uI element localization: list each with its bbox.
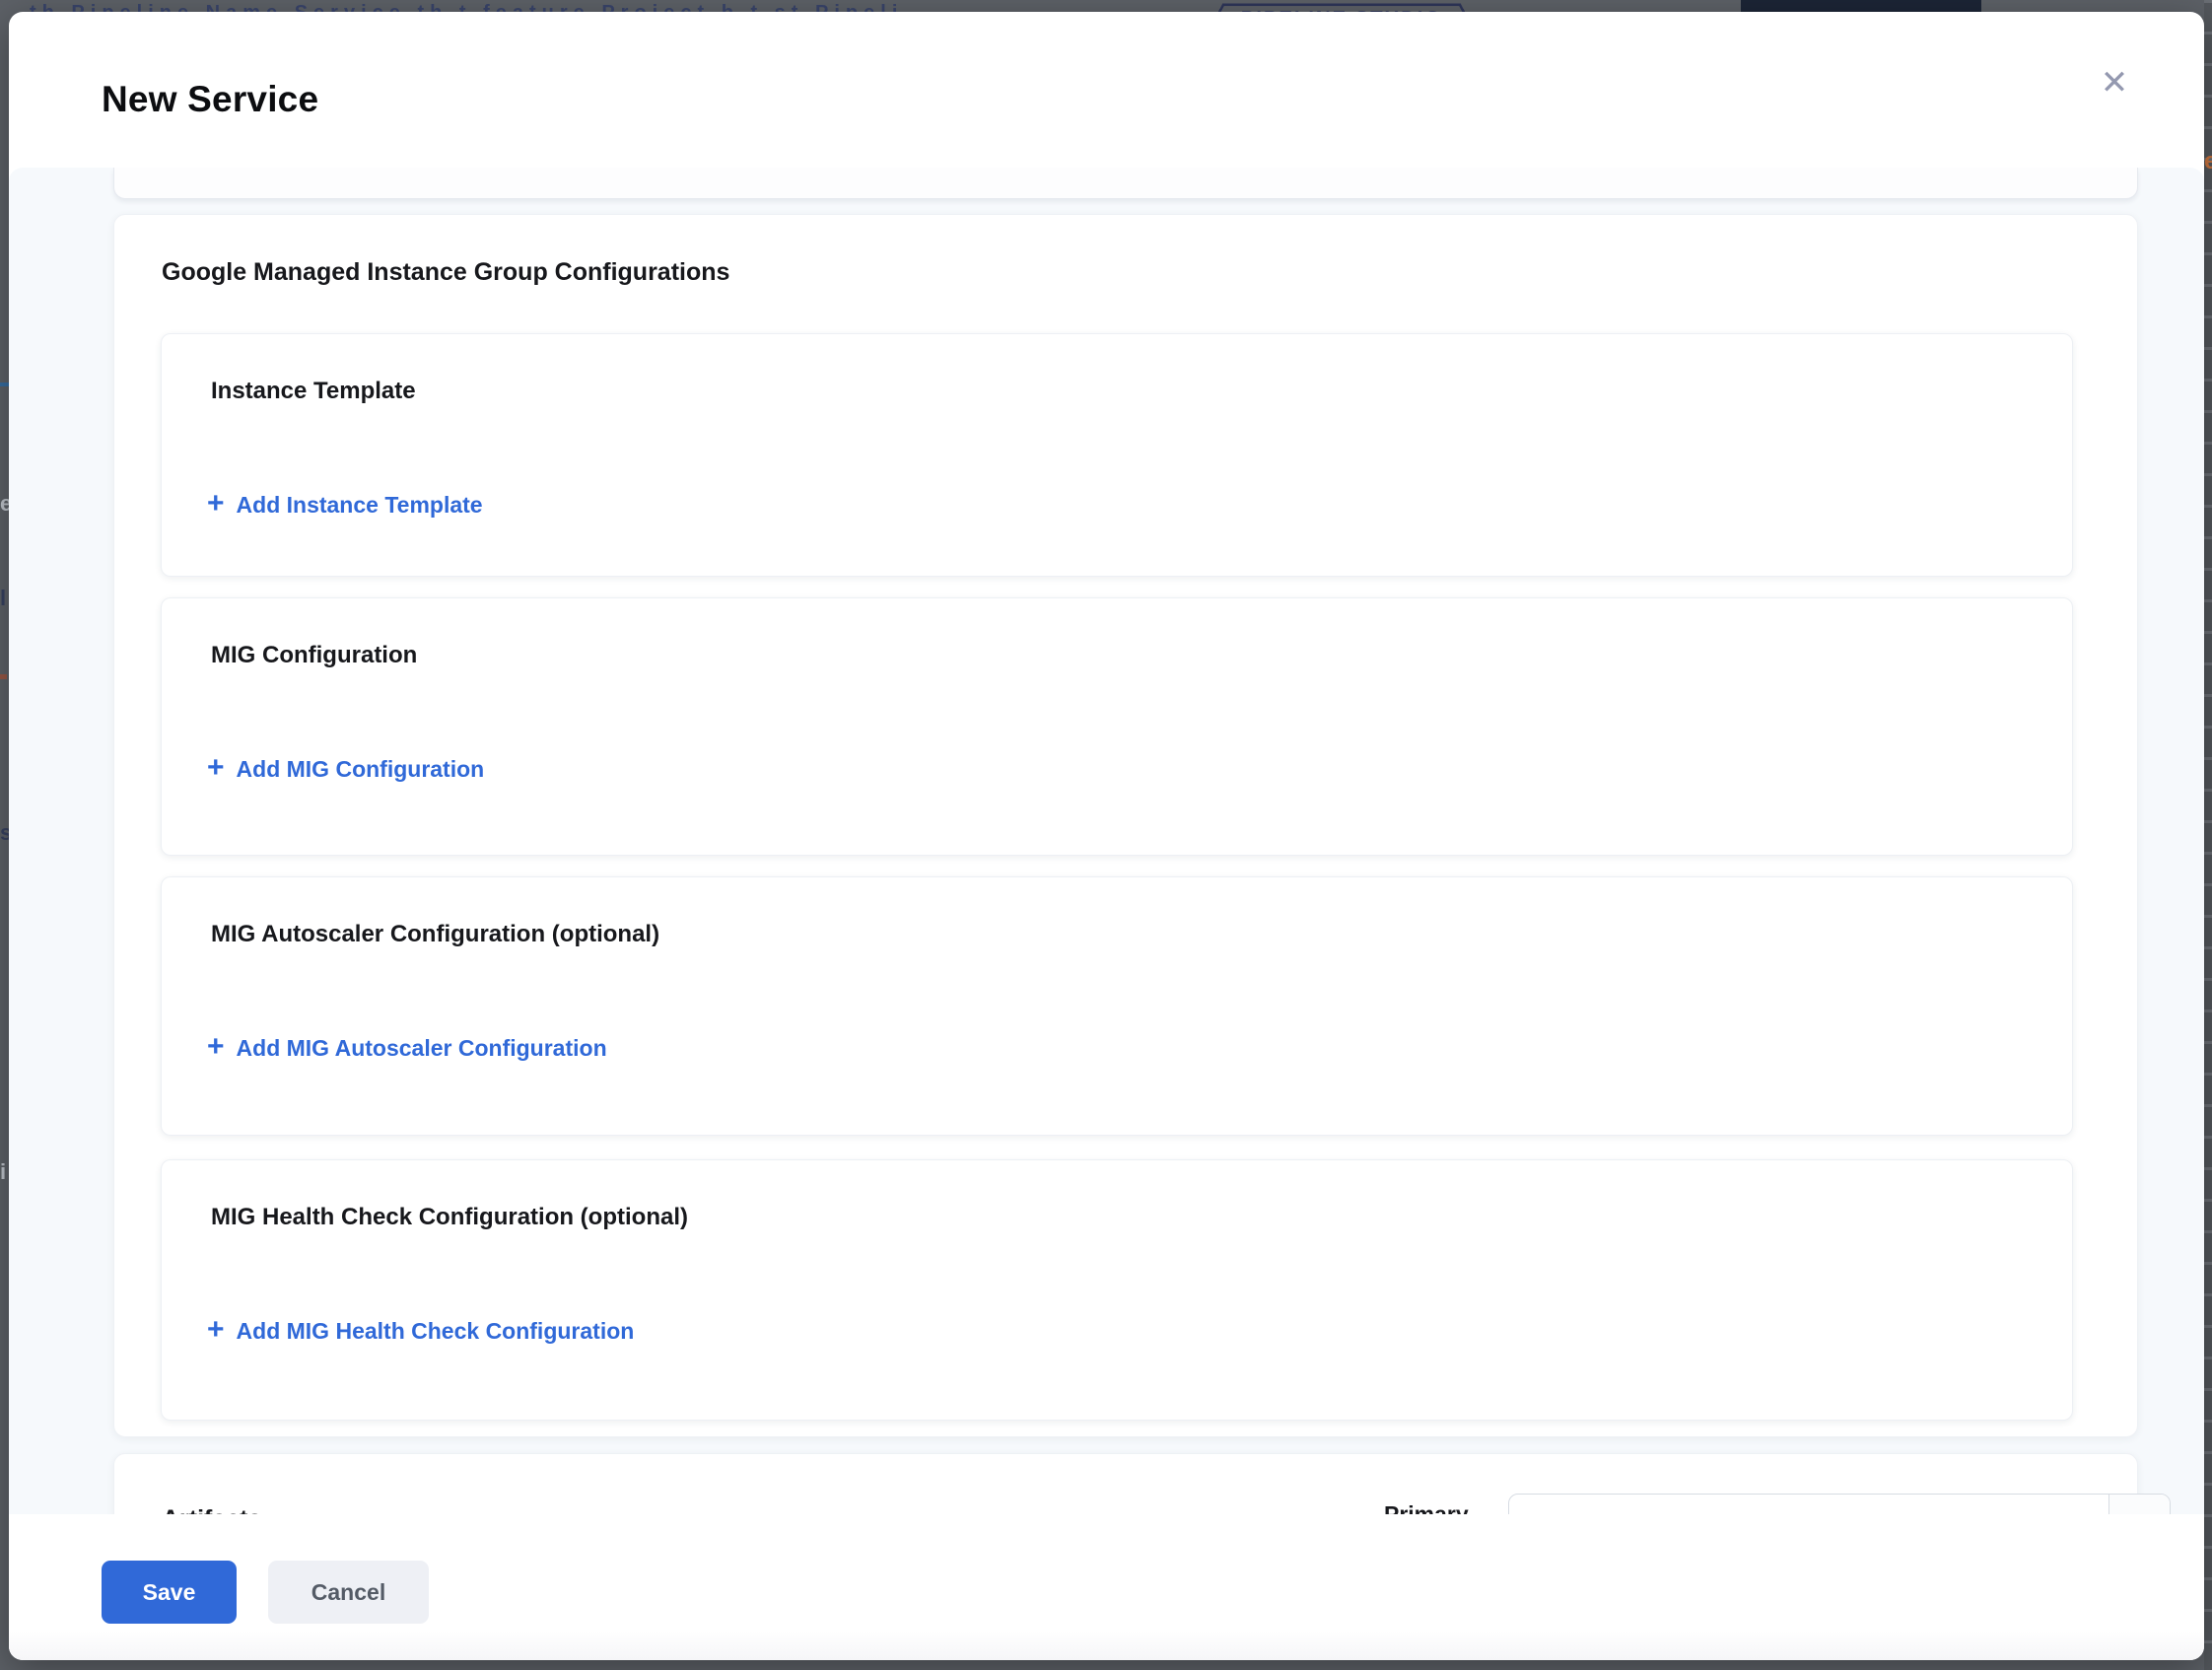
add-link-label: Add MIG Autoscaler Configuration (237, 1035, 607, 1062)
background-button (1741, 0, 1981, 12)
card-title: MIG Health Check Configuration (optional… (211, 1204, 688, 1231)
background-fragment: i (0, 1159, 9, 1185)
instance-template-card: Instance Template + Add Instance Templat… (161, 333, 2073, 577)
background-top-bar: th Pipeline Name Service th t feature Pr… (0, 0, 2212, 12)
add-link-label: Add Instance Template (237, 492, 483, 519)
cancel-button[interactable]: Cancel (268, 1561, 429, 1624)
add-link-label: Add MIG Health Check Configuration (237, 1318, 635, 1345)
pipeline-studio-tab: PIPELINE STUDIO (1206, 4, 1479, 12)
background-bottom-edge (0, 1660, 2212, 1670)
background-fragment: e (0, 491, 9, 517)
background-left-edge: e l s i (0, 0, 9, 1670)
background-fragment: l (0, 586, 9, 611)
background-fragment: e (2204, 148, 2212, 175)
background-right-edge: e (2204, 0, 2212, 1670)
add-instance-template-button[interactable]: + Add Instance Template (207, 490, 483, 520)
mig-autoscaler-card: MIG Autoscaler Configuration (optional) … (161, 876, 2073, 1136)
scrolled-card-bottom-edge (113, 168, 2138, 199)
card-title: Instance Template (211, 378, 416, 405)
plus-icon: + (207, 1315, 225, 1345)
dialog-footer: Save Cancel (9, 1514, 2204, 1660)
add-mig-configuration-button[interactable]: + Add MIG Configuration (207, 754, 484, 784)
add-mig-autoscaler-button[interactable]: + Add MIG Autoscaler Configuration (207, 1033, 607, 1063)
background-fragment: s (0, 820, 9, 846)
mig-health-check-card: MIG Health Check Configuration (optional… (161, 1159, 2073, 1421)
dialog-body[interactable]: Google Managed Instance Group Configurat… (9, 168, 2204, 1660)
plus-icon: + (207, 1032, 225, 1062)
plus-icon: + (207, 489, 225, 519)
close-icon[interactable]: ✕ (2087, 55, 2142, 110)
card-title: MIG Autoscaler Configuration (optional) (211, 921, 659, 948)
mig-configuration-card: MIG Configuration + Add MIG Configuratio… (161, 597, 2073, 856)
new-service-dialog: New Service ✕ Google Managed Instance Gr… (9, 12, 2204, 1660)
card-title: MIG Configuration (211, 642, 417, 669)
mig-configurations-section: Google Managed Instance Group Configurat… (113, 214, 2138, 1437)
background-nav-text: th Pipeline Name Service th t feature Pr… (30, 2, 917, 12)
add-link-label: Add MIG Configuration (237, 756, 485, 783)
add-mig-health-check-button[interactable]: + Add MIG Health Check Configuration (207, 1316, 634, 1346)
plus-icon: + (207, 753, 225, 783)
mig-section-heading: Google Managed Instance Group Configurat… (162, 258, 729, 287)
background-fragment (0, 674, 7, 679)
dialog-title: New Service (102, 79, 318, 120)
save-button[interactable]: Save (102, 1561, 237, 1624)
background-fragment (0, 383, 9, 386)
screen: th Pipeline Name Service th t feature Pr… (0, 0, 2212, 1670)
